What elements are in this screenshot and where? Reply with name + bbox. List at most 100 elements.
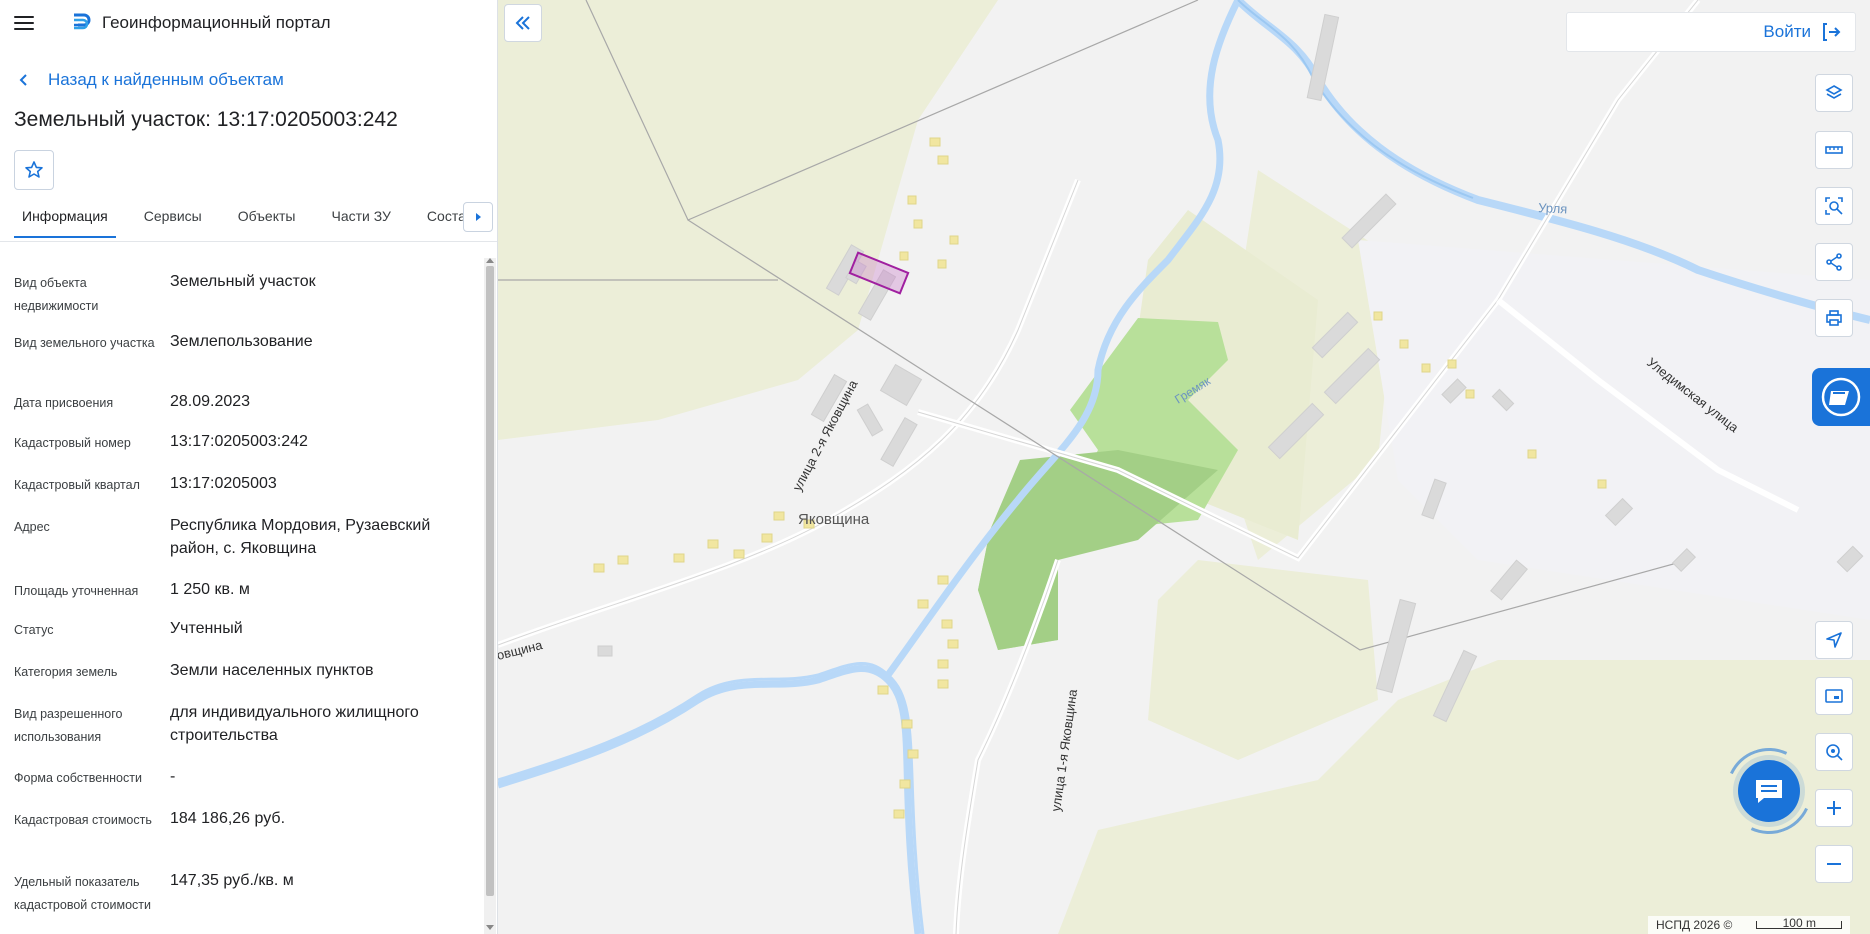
property-row: Удельный показатель кадастровой стоимост…	[14, 869, 464, 917]
property-value: Учтенный	[170, 620, 243, 637]
house	[593, 563, 605, 573]
building	[856, 403, 884, 437]
print-button[interactable]	[1815, 299, 1853, 337]
property-value: Землепользование	[170, 333, 313, 350]
object-title: Земельный участок: 13:17:0205003:242	[14, 108, 398, 131]
building	[597, 645, 613, 657]
house	[733, 549, 745, 559]
building	[880, 417, 918, 467]
scroll-up-icon[interactable]	[486, 258, 494, 263]
house	[937, 259, 947, 269]
property-row: Вид объекта недвижимости Земельный участо…	[14, 270, 464, 318]
house	[673, 553, 685, 563]
print-icon	[1826, 310, 1842, 326]
building	[1306, 13, 1340, 102]
measure-button[interactable]	[1815, 131, 1853, 169]
building	[879, 363, 923, 407]
login-button[interactable]: Войти	[1566, 12, 1856, 52]
property-row: Адрес Республика Мордовия, Рузаевский рай…	[14, 514, 464, 560]
house	[907, 749, 919, 759]
portal-logo-icon[interactable]	[70, 12, 92, 34]
locate-button[interactable]	[1815, 621, 1853, 659]
property-value: 13:17:0205003	[170, 475, 277, 492]
property-key: Удельный показатель кадастровой стоимост…	[14, 875, 151, 912]
property-key: Кадастровый квартал	[14, 478, 140, 492]
favorite-button[interactable]	[14, 150, 54, 190]
property-row: Кадастровая стоимость 184 186,26 руб.	[14, 807, 464, 832]
double-chevron-left-icon	[515, 16, 530, 30]
back-link-label: Назад к найденным объектам	[48, 70, 284, 89]
search-area-button[interactable]	[1815, 187, 1853, 225]
property-key: Форма собственности	[14, 771, 142, 785]
property-row: Кадастровый номер 13:17:0205003:242	[14, 430, 464, 455]
property-value: 28.09.2023	[170, 393, 251, 410]
tab-parts[interactable]: Части ЗУ	[323, 206, 398, 236]
house	[937, 679, 949, 689]
property-row: Вид земельного участка Землепользование	[14, 330, 464, 355]
map-label-village: Яковщина	[798, 511, 870, 528]
layers-icon	[1825, 85, 1843, 99]
chat-button[interactable]	[1738, 760, 1800, 822]
map-canvas[interactable]: Яковщина улица 2-я Яковщина улица 1-я Як…	[498, 0, 1870, 934]
property-key: Вид земельного участка	[14, 336, 155, 350]
house	[937, 659, 949, 669]
search-area-icon	[1825, 197, 1843, 215]
map-credit: НСПД 2026 ©	[1656, 918, 1733, 932]
zoom-in-button[interactable]	[1815, 789, 1853, 827]
map-scale-label: 100 m	[1782, 916, 1816, 930]
river	[498, 664, 922, 934]
panel-scrollbar[interactable]	[484, 258, 496, 934]
field-area	[1148, 560, 1378, 760]
star-icon	[25, 161, 43, 178]
login-icon	[1823, 23, 1841, 41]
property-value: 13:17:0205003:242	[170, 433, 308, 450]
tab-information[interactable]: Информация	[14, 206, 116, 238]
minimap-button[interactable]	[1815, 677, 1853, 715]
property-key: Адрес	[14, 520, 50, 534]
property-key: Статус	[14, 623, 54, 637]
layers-button[interactable]	[1815, 74, 1853, 112]
collapse-panel-button[interactable]	[504, 4, 542, 42]
building	[1375, 598, 1417, 694]
back-to-results-link[interactable]: Назад к найденным объектам	[0, 68, 497, 92]
property-row: Форма собственности -	[14, 765, 464, 790]
property-value: 147,35 руб./кв. м	[170, 872, 294, 889]
scroll-down-icon[interactable]	[486, 925, 494, 930]
house	[773, 511, 785, 521]
geolocation-button[interactable]	[1815, 733, 1853, 771]
building	[1341, 193, 1397, 249]
house	[1399, 339, 1409, 349]
property-value: для индивидуального жилищного строительс…	[170, 704, 419, 744]
assistant-button[interactable]	[1812, 368, 1870, 426]
house	[899, 779, 911, 789]
share-button[interactable]	[1815, 243, 1853, 281]
chat-icon	[1756, 780, 1782, 803]
minimap-icon	[1825, 689, 1843, 703]
map-svg: Яковщина улица 2-я Яковщина улица 1-я Як…	[498, 0, 1870, 934]
map-footer: НСПД 2026 © 100 m	[1648, 916, 1851, 934]
app-root: Геоинформационный портал Назад к найденн…	[0, 0, 1870, 934]
house	[929, 137, 941, 147]
hamburger-icon[interactable]	[14, 11, 38, 35]
house	[1447, 359, 1457, 369]
top-bar: Геоинформационный портал	[0, 0, 497, 46]
house	[901, 719, 913, 729]
property-key: Дата присвоения	[14, 396, 114, 410]
properties-list: Вид объекта недвижимости Земельный участо…	[0, 244, 482, 934]
scrollbar-thumb[interactable]	[486, 266, 494, 896]
zoom-out-button[interactable]	[1815, 845, 1853, 883]
property-row: Площадь уточненная 1 250 кв. м	[14, 578, 464, 603]
property-row: Категория земель Земли населенных пунктов	[14, 659, 464, 684]
map-label-street-1: улица 1-я Яковщина	[1048, 687, 1080, 812]
tab-objects[interactable]: Объекты	[230, 206, 304, 236]
tab-services[interactable]: Сервисы	[136, 206, 210, 236]
property-key: Категория земель	[14, 665, 118, 679]
house	[617, 555, 629, 565]
tabs-scroll-right-button[interactable]	[463, 202, 493, 232]
caret-right-icon	[476, 213, 481, 221]
house	[899, 251, 909, 261]
house	[1421, 363, 1431, 373]
property-key: Вид разрешенного использования	[14, 707, 123, 744]
property-value: Земли населенных пунктов	[170, 662, 374, 679]
property-key: Кадастровая стоимость	[14, 813, 152, 827]
